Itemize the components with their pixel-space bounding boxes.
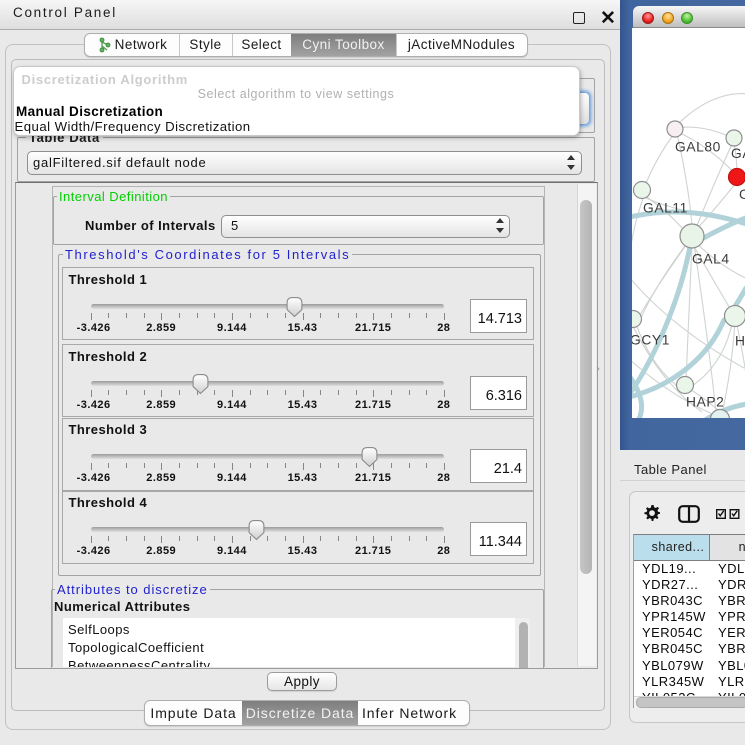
svg-text:GAL80: GAL80 bbox=[675, 139, 721, 154]
svg-text:C: C bbox=[739, 187, 745, 202]
svg-text:GAL4: GAL4 bbox=[692, 251, 730, 266]
svg-text:H: H bbox=[735, 333, 745, 348]
svg-text:GCY1: GCY1 bbox=[632, 332, 670, 347]
svg-text:GAL11: GAL11 bbox=[643, 200, 688, 215]
svg-text:HAP2: HAP2 bbox=[686, 394, 724, 409]
svg-text:GA: GA bbox=[731, 146, 745, 161]
